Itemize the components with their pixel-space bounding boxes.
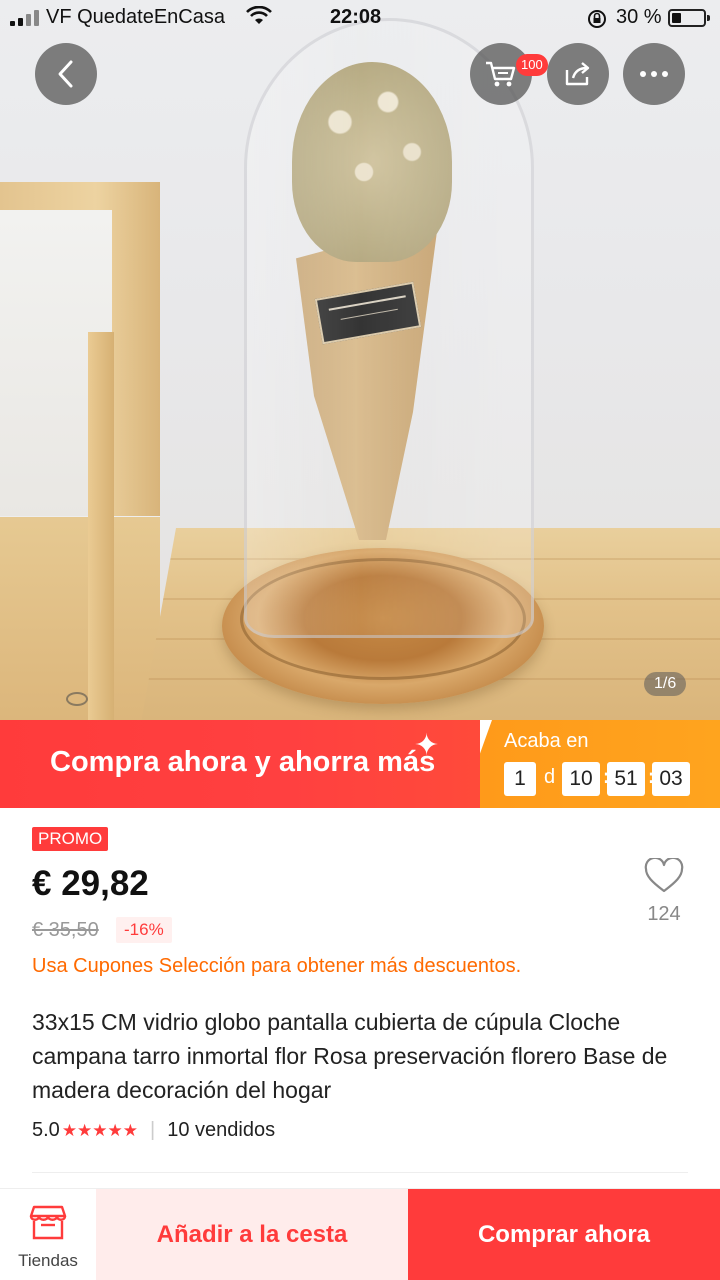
- product-title: 33x15 CM vidrio globo pantalla cubierta …: [32, 1009, 668, 1103]
- image-counter: 1/6: [644, 672, 687, 696]
- more-button[interactable]: [623, 43, 685, 105]
- countdown-panel: Acaba en 1 d 10 : 51 : 03: [480, 720, 720, 808]
- clock: 22:08: [330, 6, 382, 28]
- banner-title: Compra ahora y ahorra más: [50, 746, 436, 778]
- share-icon: [565, 62, 590, 86]
- sparkle-icon: ✦: [414, 729, 440, 762]
- cart-count-badge: 100: [516, 54, 548, 76]
- share-button[interactable]: [547, 43, 609, 105]
- rating-row[interactable]: 5.0 ★★★★★ | 10 vendidos: [32, 1119, 275, 1142]
- battery-icon: [668, 9, 710, 27]
- store-icon: [29, 1205, 67, 1240]
- countdown-seconds: 03: [652, 762, 690, 796]
- original-price: € 35,50: [32, 919, 99, 941]
- status-bar: VF QuedateEnCasa 22:08 30 %: [0, 0, 720, 36]
- add-to-cart-button[interactable]: Añadir a la cesta: [96, 1189, 408, 1280]
- divider: [32, 1172, 688, 1173]
- coupon-link[interactable]: Usa Cupones Selección para obtener más d…: [32, 955, 521, 978]
- stores-label: Tiendas: [18, 1251, 78, 1270]
- current-price: € 29,82: [32, 864, 149, 903]
- countdown-days-unit: d: [544, 766, 556, 788]
- signal-icon: [10, 10, 42, 26]
- more-icon: [640, 71, 668, 77]
- promo-banner[interactable]: Compra ahora y ahorra más ✦ Acaba en 1 d…: [0, 720, 720, 808]
- countdown-days: 1: [504, 762, 536, 796]
- countdown-hours: 10: [562, 762, 600, 796]
- stores-button[interactable]: Tiendas: [0, 1189, 96, 1280]
- discount-badge: -16%: [116, 917, 172, 943]
- back-arrow-icon: [58, 60, 73, 88]
- promo-tag: PROMO: [32, 827, 109, 851]
- product-image-gallery[interactable]: 1/6: [0, 0, 720, 720]
- heart-icon: [644, 856, 684, 893]
- wishlist-button[interactable]: 124: [638, 856, 690, 926]
- back-button[interactable]: [35, 43, 97, 105]
- countdown-minutes: 51: [607, 762, 645, 796]
- wifi-icon: [246, 5, 272, 32]
- battery-percent: 30 %: [616, 6, 662, 28]
- countdown-label: Acaba en: [504, 730, 589, 752]
- wall-socket: [66, 692, 88, 706]
- bottom-action-bar: Tiendas Añadir a la cesta Comprar ahora: [0, 1188, 720, 1280]
- buy-now-button[interactable]: Comprar ahora: [408, 1189, 720, 1280]
- carrier-name: VF QuedateEnCasa: [46, 6, 225, 28]
- rating-divider: |: [150, 1119, 156, 1141]
- orientation-lock-icon: [586, 8, 608, 36]
- banner-left: Compra ahora y ahorra más ✦: [0, 720, 480, 808]
- wishlist-count: 124: [647, 903, 681, 925]
- wooden-shelf: [0, 182, 160, 720]
- glass-dome: [244, 18, 534, 638]
- cart-icon: [486, 61, 516, 87]
- rating-value: 5.0: [32, 1119, 60, 1141]
- sold-count: 10 vendidos: [167, 1119, 276, 1141]
- rating-stars: ★★★★★: [61, 1120, 139, 1140]
